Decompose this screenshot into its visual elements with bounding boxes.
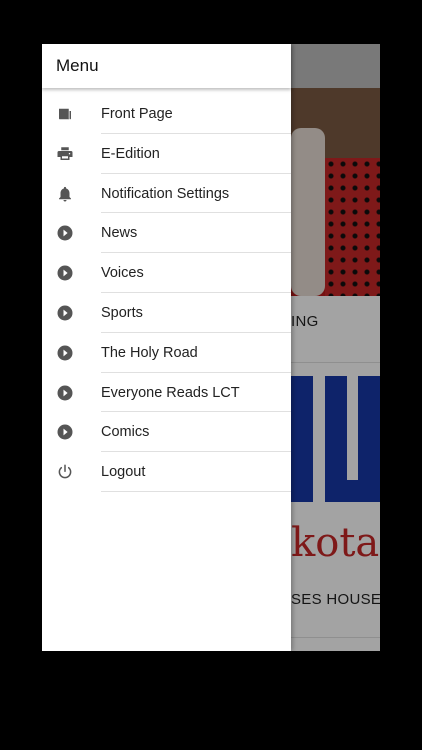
- menu-item-label: Everyone Reads LCT: [101, 384, 240, 401]
- app-screen: ING kota SES HOUSE Menu Front Page E-Edi…: [42, 44, 380, 651]
- play-circle-icon: [57, 265, 73, 281]
- menu-item-label: Logout: [101, 464, 146, 481]
- newspaper-icon: [59, 108, 71, 120]
- menu-item-label: News: [101, 225, 138, 242]
- play-circle-icon: [57, 385, 73, 401]
- menu-item-label: The Holy Road: [101, 344, 198, 361]
- play-circle-icon: [57, 305, 73, 321]
- menu-item-logout[interactable]: Logout: [42, 452, 291, 492]
- menu-list: Front Page E-Edition Notification Settin…: [42, 94, 291, 492]
- play-circle-icon: [57, 225, 73, 241]
- menu-item-label: Sports: [101, 304, 143, 321]
- menu-item-label: Voices: [101, 265, 144, 282]
- menu-item-label: Notification Settings: [101, 185, 230, 202]
- navigation-drawer: Menu Front Page E-Edition Notification S…: [42, 44, 291, 651]
- drawer-title: Menu: [56, 56, 99, 75]
- menu-item-comics[interactable]: Comics: [42, 412, 291, 453]
- bell-icon: [59, 186, 71, 202]
- menu-item-notification-settings[interactable]: Notification Settings: [42, 174, 291, 214]
- drawer-header: Menu: [42, 44, 291, 88]
- drawer-scrim[interactable]: [291, 44, 380, 651]
- power-icon: [58, 464, 72, 479]
- menu-item-label: E-Edition: [101, 145, 160, 162]
- menu-item-label: Front Page: [101, 106, 173, 122]
- menu-item-e-edition[interactable]: E-Edition: [42, 134, 291, 174]
- menu-item-news[interactable]: News: [42, 213, 291, 254]
- printer-icon: [57, 147, 73, 160]
- menu-item-label: Comics: [101, 424, 150, 441]
- play-circle-icon: [57, 424, 73, 440]
- menu-item-front-page[interactable]: Front Page: [42, 94, 291, 134]
- menu-item-voices[interactable]: Voices: [42, 253, 291, 293]
- menu-item-sports[interactable]: Sports: [42, 293, 291, 333]
- play-circle-icon: [57, 345, 73, 361]
- menu-item-the-holy-road[interactable]: The Holy Road: [42, 333, 291, 373]
- menu-divider: [101, 490, 291, 492]
- menu-item-everyone-reads-lct[interactable]: Everyone Reads LCT: [42, 373, 291, 413]
